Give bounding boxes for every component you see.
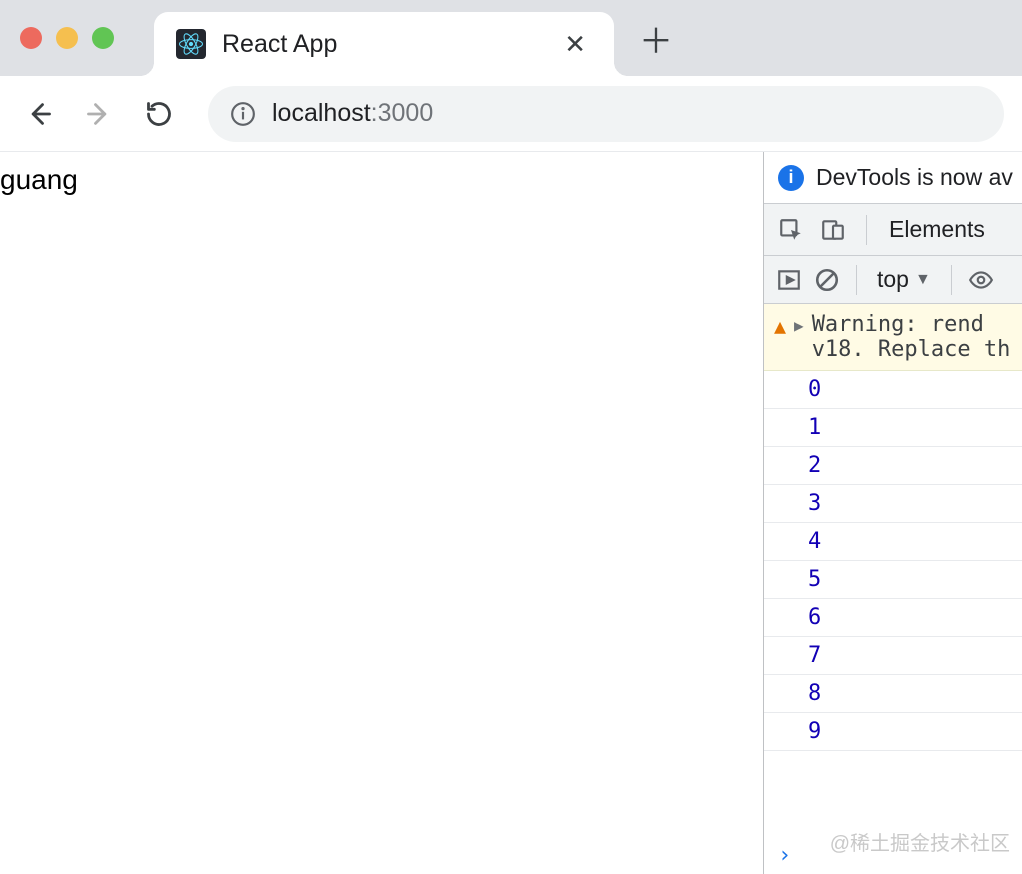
devtools-tab-bar: Elements — [764, 204, 1022, 256]
prompt-chevron-icon: › — [778, 843, 791, 868]
browser-tab-bar: React App ✕ ＋ — [0, 0, 1022, 76]
new-tab-button[interactable]: ＋ — [632, 14, 680, 62]
execution-context-selector[interactable]: top ▼ — [869, 266, 939, 293]
tab-title: React App — [222, 30, 542, 59]
url-host: localhost — [272, 99, 371, 127]
console-log-entry[interactable]: 6 — [764, 599, 1022, 637]
chevron-down-icon: ▼ — [915, 271, 931, 289]
console-log-entry[interactable]: 4 — [764, 523, 1022, 561]
window-close-button[interactable] — [20, 27, 42, 49]
warning-text: Warning: rend v18. Replace th — [812, 312, 1011, 362]
console-log-entry[interactable]: 5 — [764, 561, 1022, 599]
warning-icon: ▲ — [774, 312, 786, 362]
console-log-entry[interactable]: 9 — [764, 713, 1022, 751]
browser-toolbar: localhost:3000 — [0, 76, 1022, 152]
devtools-panel: i DevTools is now av Elements — [764, 152, 1022, 874]
page-text: guang — [0, 164, 78, 195]
console-log-entry[interactable]: 3 — [764, 485, 1022, 523]
devtools-tab-elements[interactable]: Elements — [883, 216, 991, 243]
disclosure-triangle-icon[interactable]: ▶ — [794, 312, 804, 362]
console-sidebar-icon[interactable] — [772, 263, 806, 297]
info-icon: i — [778, 165, 804, 191]
console-log-entry[interactable]: 7 — [764, 637, 1022, 675]
console-log-list: 0 1 2 3 4 5 6 7 8 9 — [764, 371, 1022, 837]
url-port: :3000 — [371, 99, 434, 127]
window-controls — [20, 27, 114, 49]
clear-console-icon[interactable] — [810, 263, 844, 297]
url-text: localhost:3000 — [272, 99, 433, 128]
context-label: top — [877, 266, 909, 293]
device-toolbar-icon[interactable] — [816, 213, 850, 247]
divider — [951, 265, 952, 295]
forward-button[interactable] — [78, 93, 120, 135]
reload-button[interactable] — [138, 93, 180, 135]
console-log-entry[interactable]: 1 — [764, 409, 1022, 447]
console-log-entry[interactable]: 8 — [764, 675, 1022, 713]
devtools-notice-bar: i DevTools is now av — [764, 152, 1022, 204]
site-info-icon[interactable] — [230, 101, 256, 127]
eye-icon[interactable] — [964, 263, 998, 297]
window-minimize-button[interactable] — [56, 27, 78, 49]
react-favicon-icon — [176, 29, 206, 59]
divider — [866, 215, 867, 245]
console-log-entry[interactable]: 2 — [764, 447, 1022, 485]
back-button[interactable] — [18, 93, 60, 135]
devtools-notice-text: DevTools is now av — [816, 164, 1013, 191]
inspect-element-icon[interactable] — [774, 213, 808, 247]
address-bar[interactable]: localhost:3000 — [208, 86, 1004, 142]
window-zoom-button[interactable] — [92, 27, 114, 49]
console-context-bar: top ▼ — [764, 256, 1022, 304]
browser-tab[interactable]: React App ✕ — [154, 12, 614, 76]
page-content: guang — [0, 152, 764, 874]
divider — [856, 265, 857, 295]
tab-close-button[interactable]: ✕ — [558, 29, 592, 60]
console-prompt[interactable]: › — [764, 837, 1022, 874]
console-log-entry[interactable]: 0 — [764, 371, 1022, 409]
console-warning[interactable]: ▲ ▶ Warning: rend v18. Replace th — [764, 304, 1022, 371]
